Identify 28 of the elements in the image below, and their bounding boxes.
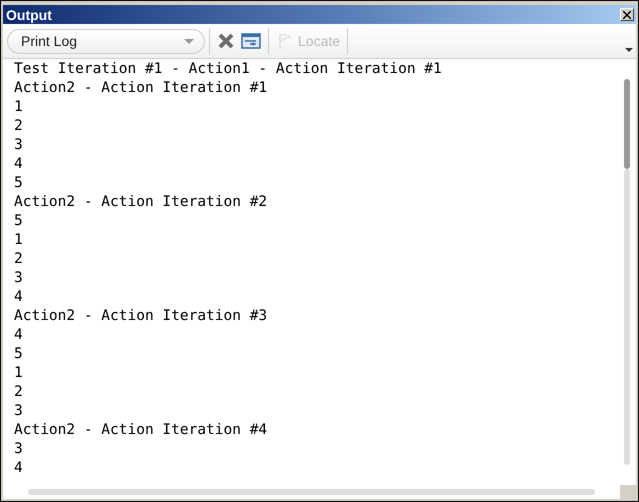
log-line: 5 <box>14 345 23 364</box>
close-button[interactable] <box>620 8 634 21</box>
overflow-icon[interactable] <box>625 48 633 52</box>
log-line: 1 <box>14 98 23 117</box>
log-line: 2 <box>14 383 23 402</box>
log-line: 5 <box>14 174 23 193</box>
log-line: 3 <box>14 136 23 155</box>
log-line: 4 <box>14 459 23 478</box>
log-line: 5 <box>14 212 23 231</box>
log-line: Action2 - Action Iteration #2 <box>14 193 268 212</box>
log-line: 4 <box>14 288 23 307</box>
log-line: 3 <box>14 440 23 459</box>
log-line: 3 <box>14 402 23 421</box>
log-line: 4 <box>14 155 23 174</box>
log-line: 2 <box>14 117 23 136</box>
close-icon <box>217 32 235 50</box>
log-line: 1 <box>14 364 23 383</box>
log-line: Test Iteration #1 - Action1 - Action Iteration #1 <box>14 60 442 79</box>
log-line: 1 <box>14 231 23 250</box>
log-line: Action2 - Action Iteration #3 <box>14 307 268 326</box>
log-line: Action2 - Action Iteration #1 <box>14 79 268 98</box>
log-dropdown[interactable]: Print Log <box>7 28 205 54</box>
window-title: Output <box>6 6 52 22</box>
log-line: 2 <box>14 250 23 269</box>
log-line: 3 <box>14 269 23 288</box>
log-line: 4 <box>14 326 23 345</box>
log-line: Action2 - Action Iteration #4 <box>14 421 268 440</box>
wrap-icon <box>241 32 261 50</box>
